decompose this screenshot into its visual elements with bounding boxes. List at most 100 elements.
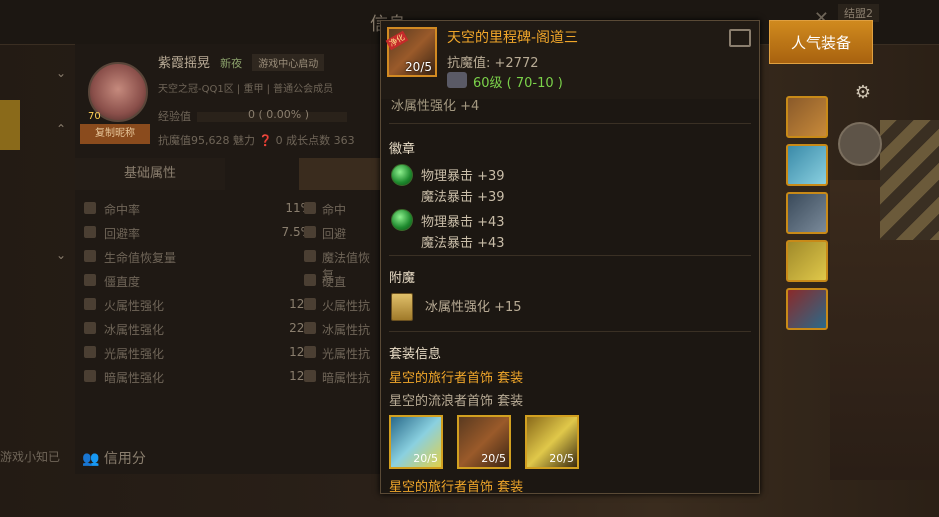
set-item-count: 20/5 (413, 452, 438, 465)
emblem-line: 魔法暴击 +39 (421, 190, 505, 205)
left-edge-text[interactable]: 游戏小知已 (0, 448, 60, 465)
set-item-count: 20/5 (481, 452, 506, 465)
character-name-row: 紫霞摇晃 新夜 游戏中心启动 (158, 52, 325, 71)
new-tag: 新夜 (220, 57, 243, 70)
tab-basic[interactable]: 基础属性 (75, 158, 225, 190)
enchant-line: 冰属性强化 +15 (425, 300, 522, 315)
stat-name: 回避 (322, 227, 347, 241)
dark-icon (84, 370, 96, 382)
stat-icon (304, 202, 316, 214)
credit-score[interactable]: 👥 信用分 (82, 448, 146, 468)
stat-name: 火属性强化 (104, 299, 165, 313)
set-info-title: 套装信息 (389, 347, 442, 362)
emblem-line: 物理暴击 +43 (421, 215, 505, 230)
emblem-gem-icon (391, 209, 413, 231)
dark-icon (304, 370, 316, 382)
stat-row: 暗属性强化 124 暗属性抗 (82, 366, 377, 388)
stat-name: 回避率 (104, 227, 141, 241)
chevron-down-icon[interactable]: ⌄ (56, 66, 66, 80)
character-stats-line: 抗魔值95,628 魅力 ❓ 0 成长点数 363 (158, 134, 355, 147)
exp-row: 经验值 0 ( 0.00% ) (158, 108, 347, 124)
stat-row: 光属性强化 129 光属性抗 (82, 342, 377, 364)
stat-icon (304, 226, 316, 238)
item-name: 天空的里程碑-阁道三 (447, 30, 579, 46)
light-icon (304, 346, 316, 358)
emblem-title: 徽章 (389, 142, 416, 157)
stat-icon (84, 250, 96, 262)
stat-name: 命中 (322, 203, 347, 217)
stat-name: 命中率 (104, 203, 141, 217)
stat-row: 回避率 7.5% 回避 (82, 222, 377, 244)
item-resist: 抗魔值: +2772 (447, 56, 539, 71)
divider (389, 331, 751, 332)
emblem-gem-icon (391, 164, 413, 186)
stripe-decoration (880, 120, 939, 240)
light-icon (84, 346, 96, 358)
stat-icon (84, 226, 96, 238)
stat-row: 火属性强化 124 火属性抗 (82, 294, 377, 316)
stat-name: 生命值恢复量 (104, 251, 177, 265)
set-inactive: 星空的流浪者首饰 套装 (389, 394, 524, 409)
stat-icon (304, 274, 316, 286)
set-item-count: 20/5 (549, 452, 574, 465)
avatar-level: 70 (88, 111, 101, 122)
fire-icon (304, 298, 316, 310)
cut-off-line: 冰属性强化 +4 (391, 99, 480, 114)
stat-name: 冰属性强化 (104, 323, 165, 337)
avatar[interactable]: 70 (88, 62, 148, 122)
gear-icon[interactable]: ⚙ (848, 82, 878, 108)
attribute-tabs: 基础属性 (75, 158, 380, 190)
stat-name: 光属性抗 (322, 347, 371, 361)
stat-icon (84, 274, 96, 286)
share-icon[interactable] (729, 29, 751, 47)
stat-row: 生命值恢复量0魔法值恢复 (82, 246, 377, 282)
character-subline: 天空之冠-QQ1区 | 重甲 | 普通公会成员 (158, 84, 334, 95)
stat-row: 僵直度0硬直 (82, 270, 377, 292)
item-icon: 净化 20/5 (385, 27, 437, 77)
left-edge-strip (0, 100, 20, 150)
chevron-up-icon[interactable]: ⌃ (56, 122, 66, 136)
item-level: 60级 ( 70-10 ) (473, 76, 563, 91)
emblem-line: 魔法暴击 +43 (421, 236, 505, 251)
stat-row: 冰属性强化 227 冰属性抗 (82, 318, 377, 340)
stat-name: 硬直 (322, 275, 347, 289)
divider (389, 123, 751, 124)
game-center-button[interactable]: 游戏中心启动 (252, 54, 325, 71)
set-active: 星空的旅行者首饰 套装 (389, 371, 524, 386)
chevron-down-icon[interactable]: ⌄ (56, 248, 66, 262)
ice-icon (304, 322, 316, 334)
equipment-slot[interactable] (786, 240, 828, 282)
emblem-line: 物理暴击 +39 (421, 169, 505, 184)
exp-label: 经验值 (158, 110, 191, 123)
people-icon: 👥 (82, 451, 100, 467)
stat-name: 僵直度 (104, 275, 141, 289)
stat-name: 暗属性抗 (322, 371, 371, 385)
tab-detail[interactable] (299, 158, 380, 190)
equipment-slot[interactable] (786, 96, 828, 138)
ice-icon (84, 322, 96, 334)
set-item-icon: 20/5 (525, 415, 579, 469)
equipment-slot[interactable] (786, 144, 828, 186)
enchant-title: 附魔 (389, 271, 416, 286)
credit-label: 信用分 (103, 451, 146, 467)
popular-equipment-button[interactable]: 人气装备 (769, 20, 873, 64)
item-badge: 净化 (385, 30, 409, 51)
stat-icon (304, 250, 316, 262)
stat-name: 火属性抗 (322, 299, 371, 313)
copy-name-button[interactable]: 复制昵称 (80, 124, 150, 144)
equipment-slot[interactable] (786, 192, 828, 234)
exp-value: 0 ( 0.00% ) (248, 108, 310, 121)
stat-row: 命中率 11% 命中 (82, 198, 377, 220)
level-icon (447, 72, 467, 88)
character-name: 紫霞摇晃 (158, 56, 211, 71)
divider (389, 255, 751, 256)
equipment-slot[interactable] (786, 288, 828, 330)
set-item-icon: 20/5 (457, 415, 511, 469)
skill-disc-icon[interactable] (838, 122, 882, 166)
item-tooltip: 净化 20/5 天空的里程碑-阁道三 抗魔值: +2772 60级 ( 70-1… (380, 20, 760, 494)
set-item-icon: 20/5 (389, 415, 443, 469)
stat-name: 光属性强化 (104, 347, 165, 361)
stat-name: 暗属性强化 (104, 371, 165, 385)
stat-icon (84, 202, 96, 214)
fire-icon (84, 298, 96, 310)
